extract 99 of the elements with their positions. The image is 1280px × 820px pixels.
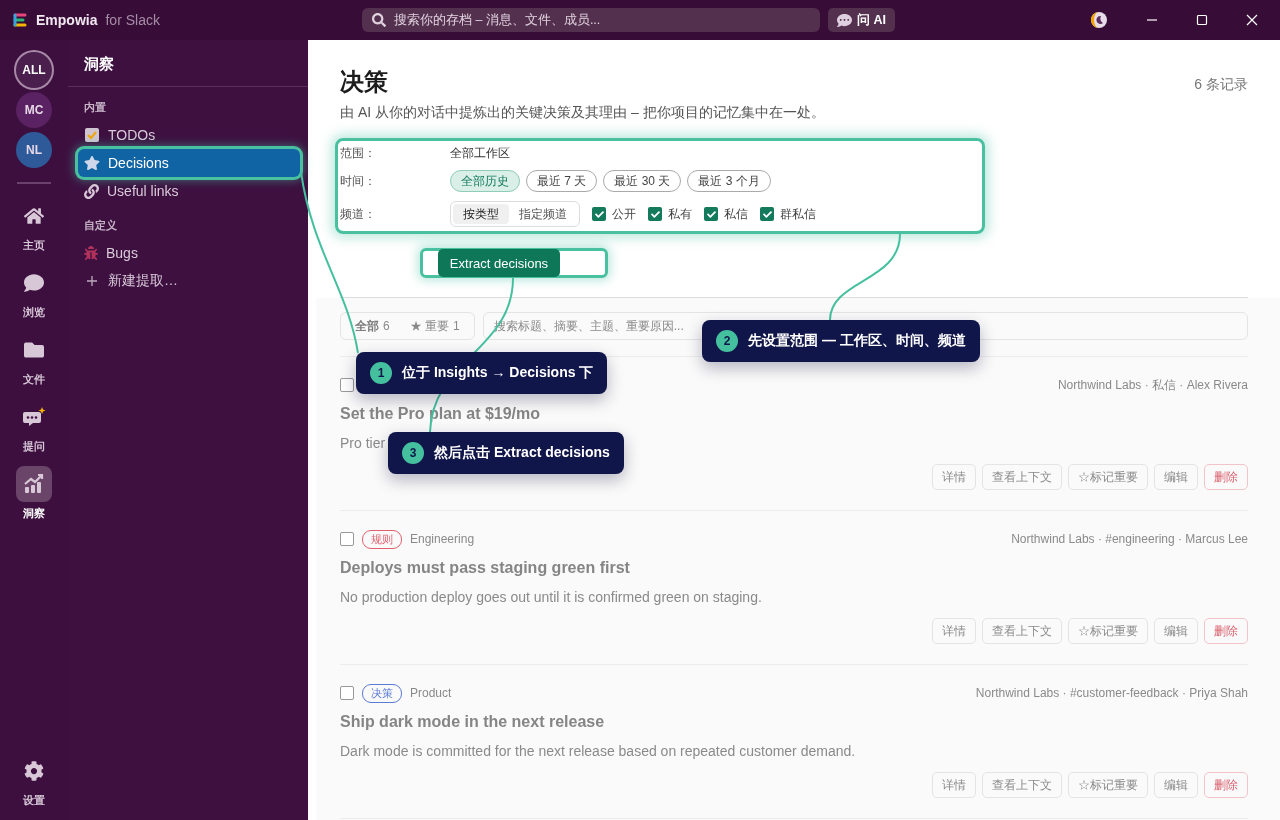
step-number: 2 [716, 330, 738, 352]
sidebar-item[interactable]: Useful links [78, 177, 300, 205]
delete-button[interactable]: 删除 [1204, 772, 1248, 798]
record-summary: No production deploy goes out until it is confirmed green on staging. [340, 589, 762, 605]
action-button[interactable]: 详情 [932, 464, 976, 490]
category: Engineering [410, 532, 475, 546]
bug-icon [84, 246, 98, 260]
sidebar-title: 洞察 [68, 40, 308, 87]
nav-label: 设置 [23, 794, 45, 808]
sidebar-item[interactable]: TODOs [78, 121, 300, 149]
checkbox[interactable] [704, 207, 718, 221]
page-title: 决策 [340, 67, 389, 97]
tag: 决策 [362, 683, 402, 703]
workspace-avatar[interactable]: MC [16, 92, 52, 128]
filter-label: 频道： [340, 205, 377, 223]
action-button[interactable]: 编辑 [1154, 618, 1198, 644]
nav-label: 洞察 [23, 507, 45, 521]
extract-button[interactable]: Extract decisions [437, 249, 561, 277]
callout-text: 然后点击 Extract decisions [434, 444, 610, 462]
settings-icon [24, 761, 44, 781]
action-button[interactable]: 查看上下文 [982, 772, 1062, 798]
scope-value[interactable]: 全部工作区 [450, 144, 980, 162]
action-button[interactable]: ☆标记重要 [1068, 464, 1148, 490]
record-summary: Pro tier [340, 435, 386, 451]
nav-button[interactable] [16, 466, 52, 502]
action-button[interactable]: ☆标记重要 [1068, 618, 1148, 644]
record-title: Deploys must pass staging green first [340, 559, 631, 577]
checkbox[interactable] [592, 207, 606, 221]
chat-icon [837, 12, 852, 28]
callout-text: 先设置范围 — 工作区、时间、频道 [748, 332, 966, 350]
checkbox-label: 公开 [612, 205, 636, 223]
list-tab[interactable]: ★ 重要 1 [399, 317, 470, 335]
category: Product [410, 686, 452, 700]
time-chip[interactable]: 最近 7 天 [526, 170, 598, 192]
list-tab[interactable]: 全部 6 [345, 317, 400, 335]
sidebar-item[interactable]: Decisions [78, 149, 300, 177]
maximize-icon[interactable] [1196, 14, 1208, 26]
nav-label: 文件 [23, 373, 45, 387]
action-button[interactable]: 编辑 [1154, 464, 1198, 490]
time-chip[interactable]: 全部历史 [450, 170, 520, 192]
section-heading: 自定义 [83, 218, 118, 233]
mode-tab[interactable]: 按类型 [453, 204, 509, 224]
nav-label: 主页 [23, 239, 45, 253]
workspace-avatar[interactable]: NL [16, 132, 52, 168]
checkbox-icon [84, 127, 100, 143]
time-chip[interactable]: 最近 3 个月 [687, 170, 771, 192]
app-suffix: for Slack [105, 12, 160, 28]
callout-text: 位于 Insights → Decisions 下 [402, 364, 594, 382]
checkbox-label: 群私信 [780, 205, 816, 223]
record-meta: Northwind Labs · 私信 · Alex Rivera [1057, 376, 1248, 394]
time-chip[interactable]: 最近 30 天 [603, 170, 682, 192]
theme-toggle-icon[interactable] [1090, 11, 1108, 29]
checkbox[interactable] [648, 207, 662, 221]
nav-label: 浏览 [23, 306, 45, 320]
link-icon [84, 183, 99, 199]
checkbox[interactable] [760, 207, 774, 221]
chat-sparkle-icon [22, 406, 46, 428]
section-heading: 内置 [83, 100, 107, 115]
action-button[interactable]: 详情 [932, 772, 976, 798]
tag: 规则 [362, 529, 402, 549]
mode-tab[interactable]: 指定频道 [509, 204, 577, 224]
delete-button[interactable]: 删除 [1204, 618, 1248, 644]
record-title: Ship dark mode in the next release [340, 713, 606, 731]
search-field[interactable]: 搜索你的存档 – 消息、文件、成员... [362, 8, 820, 32]
workspace-avatar[interactable]: ALL [16, 52, 52, 88]
step-number: 3 [402, 442, 424, 464]
record-meta: Northwind Labs · #engineering · Marcus Lee [1011, 532, 1248, 546]
star-icon [84, 155, 100, 171]
action-button[interactable]: ☆标记重要 [1068, 772, 1148, 798]
page-subtitle: 由 AI 从你的对话中提炼出的关键决策及其理由 – 把你项目的记忆集中在一处。 [340, 104, 825, 122]
action-button[interactable]: 查看上下文 [982, 618, 1062, 644]
record-count: 6 条记录 [1194, 76, 1248, 94]
filter-label: 范围： [340, 144, 377, 162]
checkbox[interactable] [340, 686, 354, 700]
app-name: Empowia [36, 12, 98, 28]
home-icon [24, 206, 44, 226]
checkbox[interactable] [340, 532, 354, 546]
checkbox-label: 私信 [724, 205, 748, 223]
logo-icon [12, 12, 28, 28]
nav-label: 提问 [23, 440, 45, 454]
chart-icon [23, 473, 45, 495]
action-button[interactable]: 详情 [932, 618, 976, 644]
step-number: 1 [370, 362, 392, 384]
folder-icon [24, 340, 44, 360]
filter-label: 时间： [340, 172, 377, 190]
checkbox[interactable] [340, 378, 354, 392]
close-icon[interactable] [1246, 14, 1258, 26]
action-button[interactable]: 查看上下文 [982, 464, 1062, 490]
speech-bubble-icon [24, 273, 44, 293]
search-icon [372, 13, 386, 27]
record-meta: Northwind Labs · #customer-feedback · Priya Shah [975, 686, 1248, 700]
sidebar-item[interactable]: 新建提取… [78, 267, 300, 295]
sidebar-item[interactable]: Bugs [78, 239, 300, 267]
checkbox-label: 私有 [668, 205, 692, 223]
plus-icon [86, 275, 98, 287]
record-summary: Dark mode is committed for the next release based on repeated customer demand. [340, 743, 856, 759]
ask-ai-button[interactable]: 问 AI [828, 8, 895, 32]
delete-button[interactable]: 删除 [1204, 464, 1248, 490]
action-button[interactable]: 编辑 [1154, 772, 1198, 798]
